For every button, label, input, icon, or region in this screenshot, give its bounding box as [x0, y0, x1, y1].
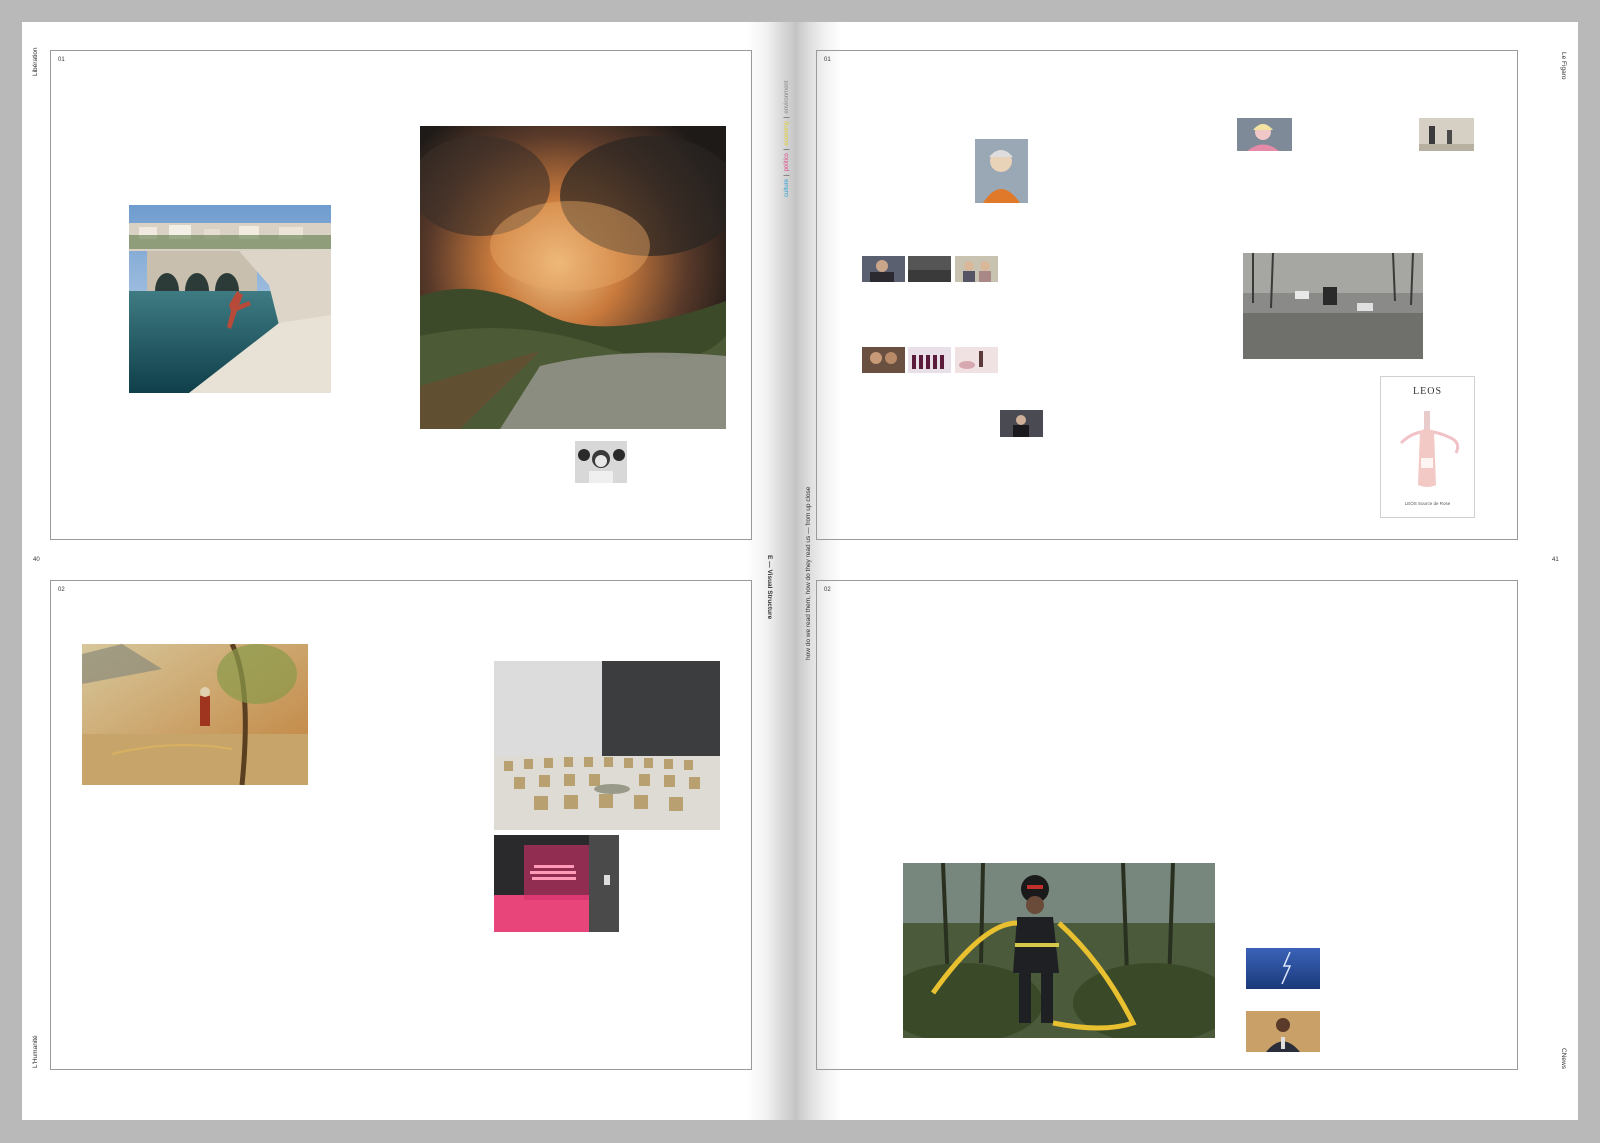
quadrant-cnews: 02 [816, 580, 1518, 1070]
photo-pink-actress [1237, 118, 1292, 151]
right-page: how do we read them, how do they read us… [797, 22, 1578, 1120]
page-number-left: 40 [33, 557, 40, 563]
photo-woman-portrait [975, 139, 1028, 203]
legend-separator: | [784, 116, 790, 119]
newspaper-label-figaro: Le Figaro [1560, 52, 1567, 80]
photo-thumb-two-women [955, 256, 998, 282]
quadrant-humanite: 02 [50, 580, 752, 1070]
quadrant-number: 02 [58, 587, 65, 593]
left-page: Libération 40 L'Humanité 01 02 culture|p… [22, 22, 797, 1120]
ad-product: LEOS Source de Rose [1404, 501, 1451, 506]
photo-burned-forest [1243, 253, 1423, 359]
section-title: E — Visual Structure [766, 555, 773, 620]
ad-brand: LEOS [1413, 386, 1442, 397]
photo-firefighter-hose [903, 863, 1215, 1038]
photo-thumb-parade [908, 347, 951, 373]
photo-firefighter-hillside [82, 644, 308, 785]
newspaper-label-cnews: CNews [1560, 1048, 1567, 1069]
photo-thumb-speaker [1000, 410, 1043, 437]
legend-item-economy: economy [784, 121, 790, 146]
photo-thumb-figure-pink [955, 347, 998, 373]
photo-bw-portrait [575, 441, 627, 483]
quadrant-number: 01 [824, 57, 831, 63]
photo-installation-stacks [494, 661, 720, 830]
advertisement-leos: LEOS LEOS Source de Rose [1380, 376, 1475, 518]
photo-neon-gallery [494, 835, 619, 932]
category-legend: culture | politics | economy | environment [784, 81, 790, 197]
quadrant-number: 02 [824, 587, 831, 593]
quadrant-number: 01 [58, 57, 65, 63]
legend-item-environment: environment [784, 80, 790, 114]
quadrant-figaro: 01 LEOS LEOS Source de Rose [816, 50, 1518, 540]
newspaper-label-liberation: Libération [32, 47, 39, 76]
magazine-spread: Libération 40 L'Humanité 01 02 culture|p… [22, 22, 1578, 1120]
legend-item-culture: culture [784, 178, 790, 197]
photo-thumb-man-glasses [862, 256, 905, 282]
photo-lightning-sky [1246, 948, 1320, 989]
photo-thumb-dark-landscape [908, 256, 951, 282]
page-number-right: 41 [1552, 557, 1559, 563]
quadrant-liberation: 01 [50, 50, 752, 540]
photo-cliff-diver [129, 205, 331, 393]
photo-wildfire-smoke [420, 126, 726, 429]
legend-separator: | [784, 174, 790, 176]
photo-street-scene [1419, 118, 1474, 151]
photo-thumb-couple [862, 347, 905, 373]
newspaper-label-humanite: L'Humanité [32, 1035, 39, 1068]
section-subtitle: how do we read them, how do they read us… [805, 486, 812, 660]
legend-item-politics: politics [784, 153, 790, 172]
legend-separator: | [784, 148, 790, 151]
photo-man-suit [1246, 1011, 1320, 1052]
